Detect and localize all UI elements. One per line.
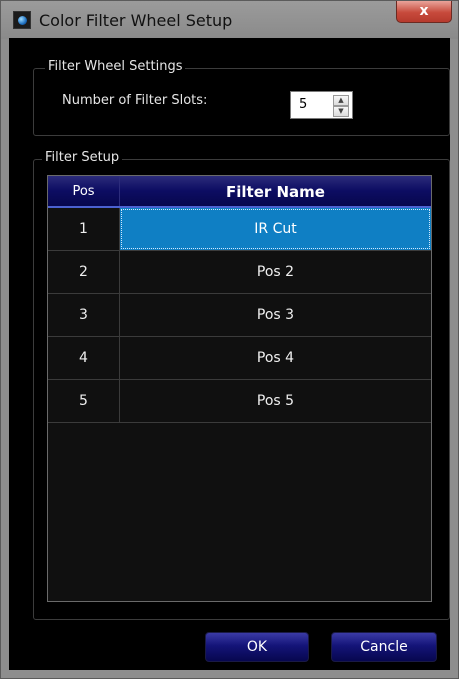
dialog-client-area: Filter Wheel Settings Number of Filter S…: [9, 38, 450, 670]
filter-name-cell[interactable]: Pos 2: [120, 251, 431, 293]
table-row[interactable]: 1 IR Cut: [48, 208, 431, 251]
column-header-filter-name[interactable]: Filter Name: [120, 176, 431, 208]
spin-up-button[interactable]: ▲: [333, 95, 349, 106]
filter-name-cell[interactable]: Pos 4: [120, 337, 431, 379]
window-title: Color Filter Wheel Setup: [39, 11, 233, 30]
slots-label: Number of Filter Slots:: [62, 93, 208, 108]
table-row[interactable]: 5 Pos 5: [48, 380, 431, 423]
column-header-pos[interactable]: Pos: [48, 176, 120, 208]
table-row[interactable]: 2 Pos 2: [48, 251, 431, 294]
title-bar[interactable]: Color Filter Wheel Setup x: [1, 1, 458, 39]
table-row[interactable]: 4 Pos 4: [48, 337, 431, 380]
pos-cell: 3: [48, 294, 120, 336]
pos-cell: 5: [48, 380, 120, 422]
spin-down-button[interactable]: ▼: [333, 106, 349, 117]
table-row[interactable]: 3 Pos 3: [48, 294, 431, 337]
ok-button[interactable]: OK: [205, 632, 309, 662]
pos-cell: 1: [48, 208, 120, 250]
filter-wheel-settings-legend: Filter Wheel Settings: [45, 59, 186, 74]
filter-setup-legend: Filter Setup: [42, 150, 123, 165]
grid-header: Pos Filter Name: [48, 176, 431, 208]
app-icon: [13, 11, 31, 29]
filter-name-cell[interactable]: Pos 3: [120, 294, 431, 336]
cancel-button[interactable]: Cancle: [331, 632, 437, 662]
pos-cell: 2: [48, 251, 120, 293]
pos-cell: 4: [48, 337, 120, 379]
slots-value[interactable]: 5: [299, 97, 307, 112]
filter-name-cell[interactable]: IR Cut: [120, 208, 431, 250]
close-button[interactable]: x: [396, 1, 452, 23]
filter-name-cell[interactable]: Pos 5: [120, 380, 431, 422]
slots-spinner[interactable]: 5 ▲ ▼: [290, 91, 353, 119]
filter-grid[interactable]: Pos Filter Name 1 IR Cut 2 Pos 2 3 Pos 3…: [47, 175, 432, 602]
